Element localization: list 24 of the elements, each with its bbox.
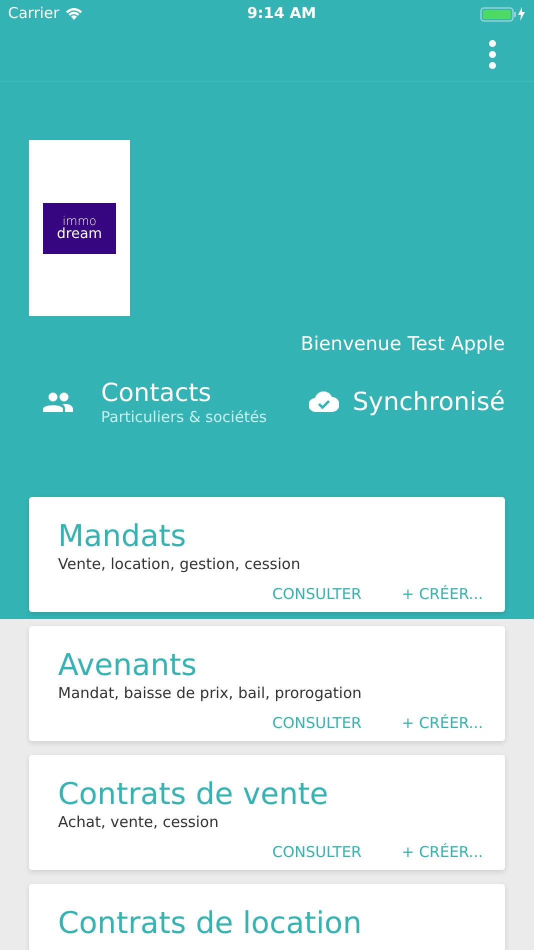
cloud-check-icon [308, 391, 339, 412]
card-subtitle: Vente, location, gestion, cession [58, 554, 302, 572]
sync-status: Synchronisé [352, 386, 505, 418]
card-title: Contrats de vente [58, 776, 330, 812]
create-button[interactable]: + CRÉER... [402, 840, 483, 863]
people-icon [43, 392, 73, 412]
card-title: Contrats de location [58, 906, 363, 942]
wifi-icon [65, 7, 84, 20]
consult-button[interactable]: CONSULTER [272, 582, 362, 605]
carrier-label: Carrier [8, 3, 60, 24]
consult-button[interactable]: CONSULTER [272, 712, 362, 734]
card-title: Avenants [58, 648, 198, 684]
welcome-text: Bienvenue Test Apple [300, 332, 505, 357]
contacts-button[interactable]: Contacts Particuliers & sociétés [29, 376, 267, 426]
create-button[interactable]: + CRÉER... [402, 582, 483, 605]
card-title: Mandats [58, 518, 188, 554]
battery-icon [480, 6, 526, 22]
card-subtitle: Mandat, baisse de prix, bail, prorogation [58, 684, 363, 702]
logo-text: immo [62, 215, 97, 228]
create-button[interactable]: + CRÉER... [402, 712, 483, 734]
logo-text: dream [56, 228, 102, 241]
consult-button[interactable]: CONSULTER [272, 840, 362, 863]
clock-time: 9:14 AM [247, 3, 316, 24]
card-subtitle: Achat, vente, cession [58, 812, 220, 830]
